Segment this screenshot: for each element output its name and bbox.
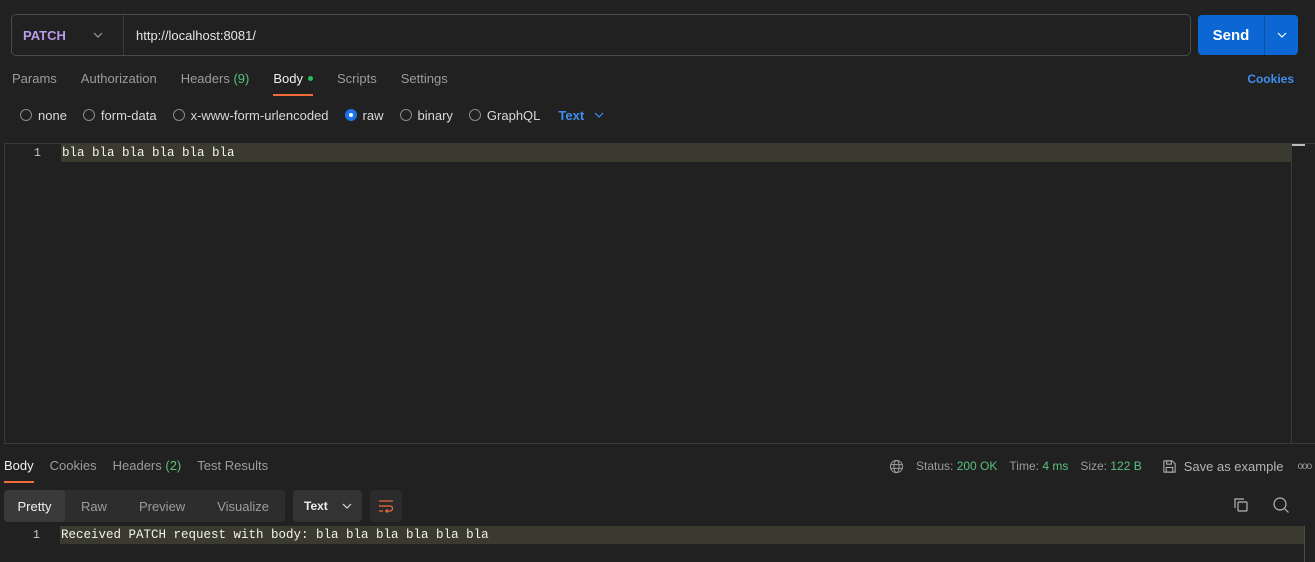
headers-count: (9) bbox=[233, 71, 250, 86]
chevron-down-icon bbox=[342, 503, 352, 509]
editor-line: 1 bla bla bla bla bla bla bbox=[5, 144, 1315, 162]
response-tabs: Body Cookies Headers (2) Test Results bbox=[4, 457, 284, 483]
time-label: Time: bbox=[1009, 459, 1039, 473]
radio-label: binary bbox=[417, 107, 453, 123]
line-number: 1 bbox=[33, 146, 41, 160]
tab-body[interactable]: Body bbox=[273, 70, 313, 96]
radio-graphql[interactable]: GraphQL bbox=[468, 107, 541, 123]
radio-form-data[interactable]: form-data bbox=[82, 107, 157, 123]
response-line-text[interactable]: Received PATCH request with body: bla bl… bbox=[60, 526, 1304, 544]
status-label: Status: bbox=[916, 459, 954, 473]
method-label: PATCH bbox=[23, 27, 66, 43]
radio-none[interactable]: none bbox=[20, 108, 67, 123]
save-as-example-button[interactable]: Save as example bbox=[1162, 458, 1284, 474]
radio-binary[interactable]: binary bbox=[399, 107, 453, 123]
radio-circle-icon bbox=[468, 109, 481, 121]
radio-label: x-www-form-urlencoded bbox=[190, 107, 329, 123]
save-as-example-label: Save as example bbox=[1183, 458, 1284, 474]
radio-circle-icon bbox=[399, 109, 412, 121]
tab-authorization[interactable]: Authorization bbox=[81, 70, 157, 96]
url-input[interactable] bbox=[136, 15, 1190, 55]
search-icon bbox=[1273, 497, 1289, 513]
view-pretty[interactable]: Pretty bbox=[4, 490, 65, 522]
response-tab-cookies[interactable]: Cookies bbox=[50, 457, 97, 483]
radio-circle-icon bbox=[172, 109, 185, 121]
cookies-link[interactable]: Cookies bbox=[1247, 72, 1294, 86]
globe-icon[interactable] bbox=[889, 459, 904, 474]
send-button-group: Send bbox=[1198, 15, 1298, 55]
request-url-bar: PATCH bbox=[11, 14, 1191, 56]
radio-label: raw bbox=[362, 107, 384, 123]
tab-label: Body bbox=[273, 71, 303, 86]
request-body-editor[interactable]: 1 bla bla bla bla bla bla bbox=[4, 143, 1315, 444]
radio-checked-icon bbox=[344, 109, 357, 121]
size-info[interactable]: Size: 122 B bbox=[1080, 459, 1141, 473]
editor-scrollbar[interactable] bbox=[1291, 144, 1305, 443]
modified-dot-icon bbox=[307, 76, 313, 82]
view-visualize[interactable]: Visualize bbox=[201, 490, 285, 522]
request-tabs: Params Authorization Headers (9) Body Sc… bbox=[12, 70, 472, 96]
size-label: Size: bbox=[1080, 459, 1108, 473]
radio-raw[interactable]: raw bbox=[344, 107, 384, 123]
tab-label: Authorization bbox=[80, 71, 157, 86]
radio-label: GraphQL bbox=[486, 107, 541, 123]
radio-circle-icon bbox=[20, 109, 32, 121]
response-tab-headers[interactable]: Headers (2) bbox=[113, 457, 182, 483]
response-scrollbar[interactable] bbox=[1304, 526, 1305, 562]
send-button[interactable]: Send bbox=[1198, 15, 1265, 55]
tab-settings[interactable]: Settings bbox=[401, 70, 448, 96]
line-number: 1 bbox=[32, 528, 40, 542]
tab-label: Params bbox=[12, 71, 57, 86]
radio-label: none bbox=[38, 107, 67, 123]
tab-params[interactable]: Params bbox=[12, 70, 57, 96]
more-options-icon[interactable]: ooo bbox=[1297, 461, 1312, 472]
status-value: 200 OK bbox=[956, 459, 998, 473]
wrap-lines-icon bbox=[379, 500, 394, 513]
tab-label: Test Results bbox=[197, 458, 269, 473]
response-body-line: 1 Received PATCH request with body: bla … bbox=[4, 526, 1304, 544]
tab-label: Settings bbox=[400, 71, 448, 86]
response-format-label: Text bbox=[304, 499, 328, 513]
method-select[interactable]: PATCH bbox=[12, 15, 124, 55]
tab-label: Headers bbox=[180, 71, 230, 86]
response-status-bar: Status: 200 OK Time: 4 ms Size: 122 B Sa… bbox=[889, 458, 1312, 474]
chevron-down-icon bbox=[594, 112, 604, 118]
time-info[interactable]: Time: 4 ms bbox=[1009, 459, 1068, 473]
tab-headers[interactable]: Headers (9) bbox=[181, 70, 250, 96]
view-raw[interactable]: Raw bbox=[65, 490, 123, 522]
tab-label: Body bbox=[4, 458, 34, 473]
raw-type-label: Text bbox=[558, 107, 585, 123]
radio-label: form-data bbox=[100, 107, 157, 123]
copy-button[interactable] bbox=[1232, 496, 1252, 516]
headers-count: (2) bbox=[165, 458, 182, 473]
tab-label: Cookies bbox=[49, 458, 97, 473]
view-preview[interactable]: Preview bbox=[123, 490, 201, 522]
tab-scripts[interactable]: Scripts bbox=[337, 70, 377, 96]
size-value: 122 B bbox=[1110, 459, 1142, 473]
wrap-lines-button[interactable] bbox=[370, 490, 402, 522]
raw-type-select[interactable]: Text bbox=[558, 108, 604, 123]
copy-icon bbox=[1234, 498, 1248, 512]
response-tab-test-results[interactable]: Test Results bbox=[197, 457, 268, 483]
radio-circle-icon bbox=[82, 109, 95, 121]
scrollbar-thumb[interactable] bbox=[1292, 144, 1305, 146]
tab-label: Headers bbox=[112, 458, 162, 473]
save-icon bbox=[1163, 459, 1176, 473]
send-options-button[interactable] bbox=[1265, 15, 1298, 55]
radio-x-www-form-urlencoded[interactable]: x-www-form-urlencoded bbox=[172, 107, 329, 123]
response-view-modes: Pretty Raw Preview Visualize bbox=[4, 490, 285, 522]
body-type-radios: none form-data x-www-form-urlencoded raw… bbox=[20, 107, 604, 123]
status-info[interactable]: Status: 200 OK bbox=[916, 459, 997, 473]
chevron-down-icon bbox=[93, 30, 103, 41]
chevron-down-icon bbox=[1277, 32, 1286, 38]
response-tab-body[interactable]: Body bbox=[4, 457, 34, 483]
line-text[interactable]: bla bla bla bla bla bla bbox=[61, 144, 1291, 162]
search-button[interactable] bbox=[1272, 496, 1292, 516]
time-value: 4 ms bbox=[1042, 459, 1069, 473]
tab-label: Scripts bbox=[336, 71, 377, 86]
response-format-select[interactable]: Text bbox=[293, 490, 362, 522]
